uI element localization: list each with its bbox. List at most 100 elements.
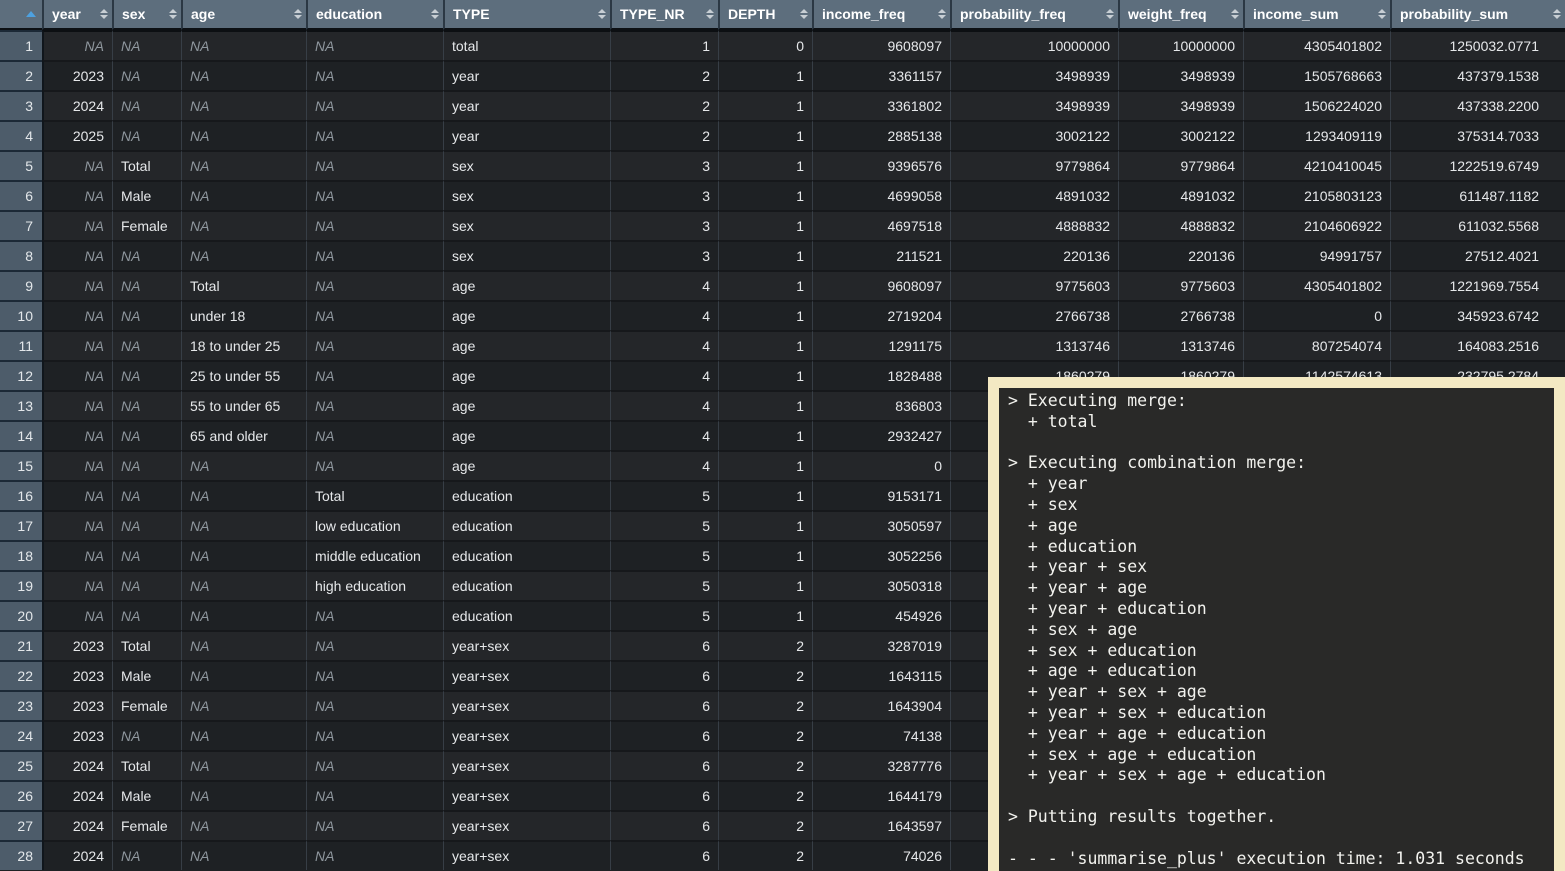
cell-TYPE: sex [443, 240, 610, 270]
cell-DEPTH: 1 [718, 570, 812, 600]
column-header-age[interactable]: age [181, 0, 306, 30]
cell-TYPE_NR: 6 [610, 810, 718, 840]
column-header-sex[interactable]: sex [112, 0, 181, 30]
cell-weight_freq: 1313746 [1118, 330, 1243, 360]
cell-sex: Male [112, 660, 181, 690]
cell-sex: NA [112, 330, 181, 360]
sort-icon [800, 9, 808, 19]
cell-TYPE_NR: 4 [610, 270, 718, 300]
na-value: NA [315, 698, 334, 714]
na-value: NA [315, 278, 334, 294]
cell-TYPE_NR: 5 [610, 510, 718, 540]
na-value: NA [85, 188, 104, 204]
cell-TYPE_NR: 6 [610, 750, 718, 780]
cell-sex: Female [112, 810, 181, 840]
cell-year: NA [42, 210, 112, 240]
cell-DEPTH: 2 [718, 810, 812, 840]
column-label-DEPTH: DEPTH [728, 6, 775, 22]
cell-sex: Male [112, 180, 181, 210]
cell-education: NA [306, 390, 443, 420]
cell-weight_freq: 4888832 [1118, 210, 1243, 240]
na-value: NA [190, 458, 209, 474]
na-value: NA [121, 518, 140, 534]
cell-DEPTH: 1 [718, 510, 812, 540]
na-value: NA [121, 278, 140, 294]
cell-TYPE: age [443, 390, 610, 420]
table-row: 11NANA18 to under 25NAage411291175131374… [0, 330, 1565, 360]
cell-DEPTH: 1 [718, 420, 812, 450]
cell-sex: NA [112, 600, 181, 630]
column-header-weight_freq[interactable]: weight_freq [1118, 0, 1243, 30]
cell-age: under 18 [181, 300, 306, 330]
column-label-education: education [316, 6, 382, 22]
sort-icon [1378, 9, 1386, 19]
cell-DEPTH: 0 [718, 30, 812, 60]
cell-age: 18 to under 25 [181, 330, 306, 360]
cell-year: 2024 [42, 810, 112, 840]
console-line: > Executing merge: [1008, 391, 1554, 412]
na-value: NA [121, 308, 140, 324]
sort-icon [938, 9, 946, 19]
cell-TYPE_NR: 4 [610, 420, 718, 450]
column-label-TYPE: TYPE [453, 6, 490, 22]
na-value: NA [190, 608, 209, 624]
row-number-column-header[interactable] [0, 0, 42, 30]
column-header-year[interactable]: year [42, 0, 112, 30]
cell-education: NA [306, 90, 443, 120]
cell-year: NA [42, 450, 112, 480]
column-header-TYPE[interactable]: TYPE [443, 0, 610, 30]
cell-age: NA [181, 510, 306, 540]
table-row: 22023NANANAyear2133611573498939349893915… [0, 60, 1565, 90]
sort-icon [1231, 9, 1239, 19]
column-header-probability_sum[interactable]: probability_sum [1390, 0, 1565, 30]
cell-TYPE_NR: 2 [610, 60, 718, 90]
na-value: NA [190, 518, 209, 534]
cell-TYPE: education [443, 540, 610, 570]
na-value: NA [121, 428, 140, 444]
cell-TYPE: sex [443, 210, 610, 240]
cell-income_freq: 0 [812, 450, 950, 480]
na-value: NA [315, 68, 334, 84]
cell-weight_freq: 3498939 [1118, 60, 1243, 90]
column-header-probability_freq[interactable]: probability_freq [950, 0, 1118, 30]
cell-TYPE_NR: 6 [610, 720, 718, 750]
cell-TYPE: year+sex [443, 780, 610, 810]
cell-age: NA [181, 570, 306, 600]
cell-year: NA [42, 240, 112, 270]
cell-age: NA [181, 690, 306, 720]
console-line [1008, 828, 1554, 849]
column-header-DEPTH[interactable]: DEPTH [718, 0, 812, 30]
console-line: + year + education [1008, 599, 1554, 620]
cell-TYPE: year+sex [443, 660, 610, 690]
cell-income_freq: 3052256 [812, 540, 950, 570]
row-number: 12 [0, 360, 42, 390]
cell-income_freq: 74026 [812, 840, 950, 870]
na-value: NA [121, 548, 140, 564]
row-number: 19 [0, 570, 42, 600]
cell-TYPE_NR: 3 [610, 240, 718, 270]
column-header-education[interactable]: education [306, 0, 443, 30]
na-value: NA [85, 548, 104, 564]
cell-income_freq: 3361802 [812, 90, 950, 120]
sort-icon [598, 9, 606, 19]
cell-DEPTH: 1 [718, 360, 812, 390]
console-line: > Putting results together. [1008, 807, 1554, 828]
cell-income_freq: 836803 [812, 390, 950, 420]
cell-income_sum: 0 [1243, 300, 1390, 330]
na-value: NA [85, 38, 104, 54]
console-line: + total [1008, 412, 1554, 433]
column-header-income_sum[interactable]: income_sum [1243, 0, 1390, 30]
cell-education: NA [306, 690, 443, 720]
na-value: NA [190, 98, 209, 114]
column-header-TYPE_NR[interactable]: TYPE_NR [610, 0, 718, 30]
cell-TYPE_NR: 4 [610, 300, 718, 330]
cell-year: 2024 [42, 780, 112, 810]
cell-TYPE: education [443, 480, 610, 510]
column-label-weight_freq: weight_freq [1128, 6, 1207, 22]
cell-TYPE: year [443, 60, 610, 90]
cell-education: NA [306, 450, 443, 480]
cell-age: NA [181, 150, 306, 180]
row-number: 2 [0, 60, 42, 90]
console-line: + year + sex + age [1008, 682, 1554, 703]
column-header-income_freq[interactable]: income_freq [812, 0, 950, 30]
